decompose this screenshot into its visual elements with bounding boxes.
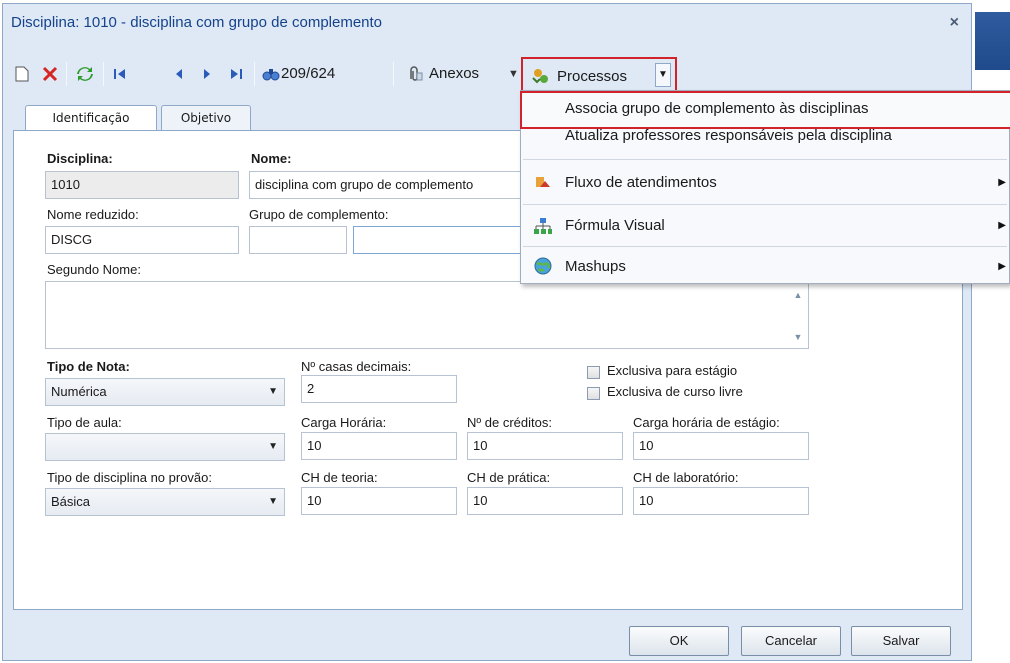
disciplina-label: Disciplina:: [47, 151, 113, 166]
tipo-aula-select[interactable]: ▼: [45, 433, 285, 461]
creditos-field[interactable]: 10: [467, 432, 623, 460]
chevron-down-icon: ▼: [268, 441, 278, 452]
anexos-label: Anexos: [429, 65, 480, 82]
tipo-nota-label: Tipo de Nota:: [47, 359, 130, 374]
paperclip-icon: [410, 66, 423, 81]
tipo-disciplina-provao-label: Tipo de disciplina no provão:: [47, 470, 213, 485]
exclusiva-curso-livre-label: Exclusiva de curso livre: [607, 384, 743, 399]
workflow-icon: [536, 177, 550, 187]
processos-icon: [532, 69, 548, 84]
nome-reduzido-field[interactable]: DISCG: [45, 226, 239, 254]
grupo-complemento-desc-field[interactable]: [353, 226, 521, 254]
tipo-disciplina-provao-select[interactable]: Básica ▼: [45, 488, 285, 516]
ok-button[interactable]: OK: [629, 626, 729, 656]
menu-item-label: Fórmula Visual: [565, 216, 665, 234]
processos-button-highlight: Processos ▼: [521, 57, 677, 92]
nome-reduzido-label: Nome reduzido:: [47, 207, 139, 222]
menu-item-fluxo-atendimentos[interactable]: Fluxo de atendimentos ▶: [521, 164, 1009, 200]
nome-label: Nome:: [251, 151, 292, 166]
tipo-nota-select[interactable]: Numérica ▼: [45, 378, 285, 406]
carga-estagio-label: Carga horária de estágio:: [633, 415, 780, 430]
submenu-arrow-icon: ▶: [998, 219, 1006, 231]
menu-item-label: Atualiza professores responsáveis pela d…: [565, 127, 892, 144]
processos-menu: Associa grupo de complemento às discipli…: [520, 90, 1010, 284]
ch-laboratorio-label: CH de laboratório:: [633, 470, 739, 485]
tab-identificacao[interactable]: Identificação: [25, 105, 157, 132]
segundo-nome-label: Segundo Nome:: [47, 262, 141, 277]
menu-item-label: Mashups: [565, 257, 626, 275]
window-title: Disciplina: 1010 - disciplina com grupo …: [11, 14, 383, 31]
grupo-complemento-label: Grupo de complemento:: [249, 207, 389, 222]
last-record-icon[interactable]: [225, 60, 247, 88]
refresh-icon[interactable]: [73, 60, 97, 88]
ch-teoria-field[interactable]: 10: [301, 487, 457, 515]
chevron-down-icon: ▼: [268, 386, 278, 397]
carga-horaria-label: Carga Horária:: [301, 415, 387, 430]
globe-icon: [534, 257, 552, 275]
next-record-icon[interactable]: [197, 60, 217, 88]
find-icon[interactable]: [260, 60, 282, 88]
org-chart-icon: [534, 218, 552, 234]
chevron-down-icon: ▼: [268, 496, 278, 507]
menu-item-formula-visual[interactable]: Fórmula Visual ▶: [521, 207, 1009, 243]
scroll-up-arrow[interactable]: ▲: [788, 290, 808, 300]
anexos-button[interactable]: Anexos: [405, 60, 479, 88]
casas-decimais-label: Nº casas decimais:: [301, 359, 412, 374]
anexos-dropdown-arrow[interactable]: ▼: [508, 60, 519, 88]
menu-item-label: Associa grupo de complemento às discipli…: [565, 100, 869, 117]
submenu-arrow-icon: ▶: [998, 260, 1006, 272]
previous-record-icon[interactable]: [169, 60, 189, 88]
first-record-icon[interactable]: [109, 60, 131, 88]
exclusiva-estagio-label: Exclusiva para estágio: [607, 363, 738, 378]
ch-teoria-label: CH de teoria:: [301, 470, 378, 485]
ch-laboratorio-field[interactable]: 10: [633, 487, 809, 515]
grupo-complemento-code-field[interactable]: [249, 226, 347, 254]
segundo-nome-textarea[interactable]: ▲ ▼: [45, 281, 809, 349]
carga-horaria-field[interactable]: 10: [301, 432, 457, 460]
toolbar: 209/624 Anexos ▼ Processos ▼: [3, 56, 971, 92]
submenu-arrow-icon: ▶: [998, 176, 1006, 188]
creditos-label: Nº de créditos:: [467, 415, 552, 430]
tipo-aula-label: Tipo de aula:: [47, 415, 122, 430]
carga-estagio-field[interactable]: 10: [633, 432, 809, 460]
cancelar-button[interactable]: Cancelar: [741, 626, 841, 656]
close-button[interactable]: ×: [950, 4, 959, 41]
ch-pratica-field[interactable]: 10: [467, 487, 623, 515]
processos-label: Processos: [557, 67, 628, 85]
casas-decimais-field[interactable]: 2: [301, 375, 457, 403]
menu-item-mashups[interactable]: Mashups ▶: [521, 248, 1009, 284]
new-record-icon[interactable]: [11, 60, 33, 88]
exclusiva-curso-livre-checkbox[interactable]: [587, 387, 600, 400]
delete-icon[interactable]: [39, 60, 61, 88]
processos-dropdown-arrow[interactable]: ▼: [655, 63, 671, 87]
menu-item-atualiza-professores[interactable]: Atualiza professores responsáveis pela d…: [521, 125, 1009, 149]
textarea-scrollbar[interactable]: ▲ ▼: [788, 282, 808, 348]
tab-objetivo[interactable]: Objetivo: [161, 105, 251, 131]
background-window-band: [975, 12, 1010, 70]
disciplina-field: 1010: [45, 171, 239, 199]
scroll-down-arrow[interactable]: ▼: [788, 332, 808, 342]
nome-field[interactable]: disciplina com grupo de complemento: [249, 171, 521, 199]
exclusiva-estagio-checkbox[interactable]: [587, 366, 600, 379]
salvar-button[interactable]: Salvar: [851, 626, 951, 656]
menu-item-label: Fluxo de atendimentos: [565, 173, 717, 191]
menu-item-associa-grupo[interactable]: Associa grupo de complemento às discipli…: [520, 91, 1010, 129]
record-counter: 209/624: [281, 65, 336, 82]
ch-pratica-label: CH de prática:: [467, 470, 551, 485]
processos-button[interactable]: Processos: [531, 63, 627, 89]
